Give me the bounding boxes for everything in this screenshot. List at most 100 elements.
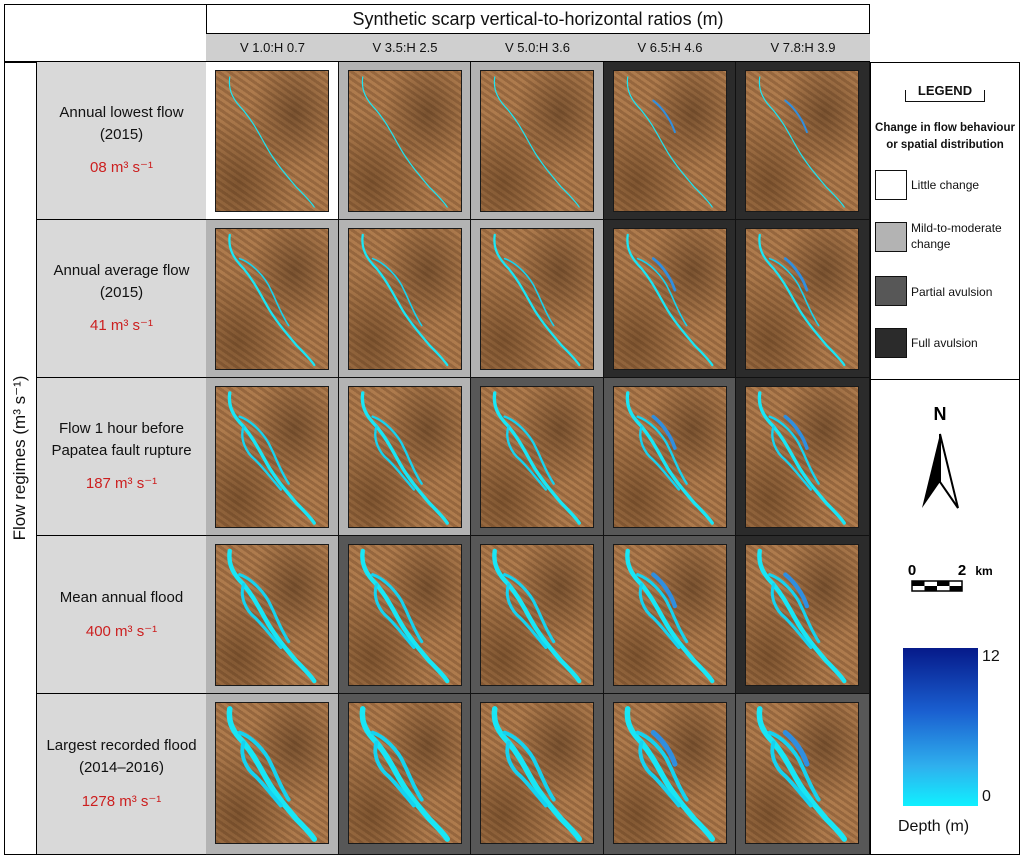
map-cell-r1-c2	[339, 62, 471, 220]
map-cell-r5-c3	[471, 694, 604, 855]
column-header-4: V 6.5:H 4.6	[604, 34, 736, 62]
legend-label-mild-to-moderate: Mild-to-moderate change	[911, 220, 1021, 252]
hillshade-map	[613, 70, 727, 212]
hillshade-map	[348, 386, 462, 528]
map-cell-r1-c1	[206, 62, 339, 220]
map-cell-r3-c1	[206, 378, 339, 536]
north-arrow-icon: N	[922, 404, 959, 509]
map-cell-r2-c3	[471, 220, 604, 378]
row-name-line1: Annual average flow	[53, 261, 190, 279]
map-cell-r4-c1	[206, 536, 339, 694]
river-channel	[493, 233, 581, 367]
row-name-line1: Mean annual flood	[59, 588, 184, 606]
ponded-water	[783, 572, 810, 609]
hillshade-map	[745, 70, 859, 212]
flow-channel-overlay	[228, 76, 315, 208]
river-channel	[503, 257, 555, 327]
ponded-water	[651, 572, 678, 609]
map-cell-r4-c2	[339, 536, 471, 694]
river-channel	[227, 391, 316, 525]
row-name-line1: Largest recorded flood	[46, 737, 197, 755]
top-left-corner	[4, 4, 206, 62]
river-channel	[625, 391, 714, 525]
map-cell-r5-c4	[604, 694, 736, 855]
row-name-line2: (2015)	[99, 125, 144, 143]
flow-channel-overlay	[758, 233, 846, 367]
hillshade-map	[613, 544, 727, 686]
legend-subtitle: Change in flow behaviour or spatial dist…	[874, 120, 1016, 155]
river-channel	[493, 76, 580, 208]
legend-label-line2: change	[911, 237, 951, 252]
scale-unit: km	[975, 564, 992, 578]
ponded-water	[783, 257, 809, 292]
row-header-3: Flow 1 hour before Papatea fault rupture…	[36, 378, 206, 536]
legend-swatch-little-change	[875, 170, 907, 200]
map-cell-r3-c5	[736, 378, 870, 536]
hillshade-map	[348, 702, 462, 844]
row-name-line1: Annual lowest flow	[59, 103, 184, 121]
flow-channel-overlay	[227, 391, 316, 525]
hillshade-map	[745, 228, 859, 370]
scale-start: 0	[908, 562, 916, 579]
river-channel	[758, 76, 845, 208]
river-channel	[758, 233, 846, 367]
river-channel	[360, 391, 449, 525]
hillshade-map	[348, 70, 462, 212]
river-channel	[626, 233, 714, 367]
row-name-line2: (2014–2016)	[78, 759, 165, 777]
map-cell-r3-c3	[471, 378, 604, 536]
flow-channel-overlay	[756, 706, 847, 842]
hillshade-map	[480, 228, 594, 370]
column-header-1: V 1.0:H 0.7	[206, 34, 339, 62]
river-channel	[227, 548, 317, 684]
legend-label-partial-avulsion: Partial avulsion	[911, 285, 993, 299]
hillshade-map	[480, 70, 594, 212]
map-cell-r4-c3	[471, 536, 604, 694]
row-flow-value: 08 m³ s⁻¹	[90, 159, 153, 177]
river-channel	[371, 257, 423, 327]
legend-swatch-partial-avulsion	[875, 276, 907, 306]
map-cell-r5-c2	[339, 694, 471, 855]
column-group-title: Synthetic scarp vertical-to-horizontal r…	[206, 4, 870, 34]
flow-channel-overlay	[491, 706, 582, 842]
river-channel	[757, 391, 846, 525]
flow-channel-overlay	[360, 391, 449, 525]
hillshade-map	[215, 702, 329, 844]
row-name-line1: Flow 1 hour before	[58, 419, 185, 437]
row-header-4: Mean annual flood 400 m³ s⁻¹	[36, 536, 206, 694]
north-label: N	[934, 404, 947, 424]
scale-end: 2	[958, 562, 966, 579]
flow-channel-overlay	[227, 548, 317, 684]
hillshade-map	[215, 544, 329, 686]
river-channel	[361, 233, 449, 367]
river-channel	[626, 76, 713, 208]
row-header-2: Annual average flow (2015) 41 m³ s⁻¹	[36, 220, 206, 378]
hillshade-map	[348, 228, 462, 370]
hillshade-map	[215, 70, 329, 212]
row-flow-value: 400 m³ s⁻¹	[85, 622, 158, 640]
map-cell-r3-c2	[339, 378, 471, 536]
ponded-water	[783, 414, 809, 450]
legend-label-little-change: Little change	[911, 178, 980, 192]
flow-channel-overlay	[492, 548, 582, 684]
depth-title: Depth (m)	[898, 818, 970, 835]
flow-channel-overlay	[226, 706, 317, 842]
map-cell-r5-c1	[206, 694, 339, 855]
map-cell-r3-c4	[604, 378, 736, 536]
river-channel	[492, 548, 582, 684]
flow-channel-overlay	[757, 391, 846, 525]
flow-channel-overlay	[626, 76, 713, 208]
flow-channel-overlay	[359, 706, 450, 842]
column-header-2: V 3.5:H 2.5	[339, 34, 471, 62]
hillshade-map	[480, 544, 594, 686]
river-channel	[491, 706, 582, 842]
river-channel	[625, 548, 715, 684]
ponded-water	[652, 99, 676, 134]
row-header-1: Annual lowest flow (2015) 08 m³ s⁻¹	[36, 62, 206, 220]
river-channel	[226, 706, 317, 842]
legend-title: LEGEND	[910, 83, 980, 98]
hillshade-map	[480, 386, 594, 528]
map-cell-r2-c1	[206, 220, 339, 378]
map-cell-r1-c4	[604, 62, 736, 220]
depth-max-label: 12	[982, 648, 1000, 665]
